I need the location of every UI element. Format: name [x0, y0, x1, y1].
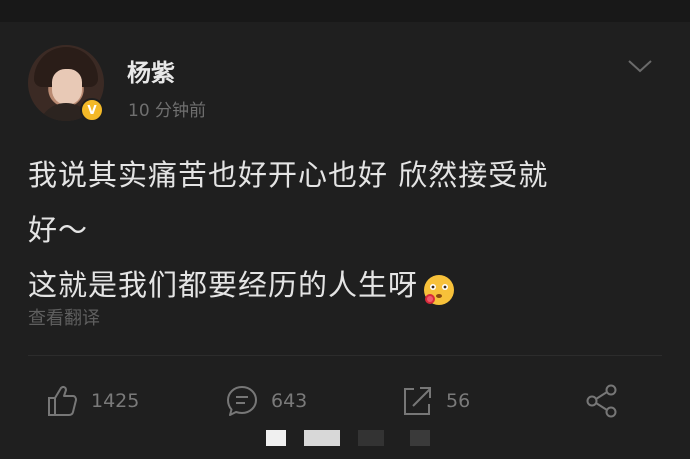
like-button[interactable]: 1425	[45, 380, 139, 422]
content-line-2: 好～	[28, 213, 89, 247]
content-line-3-wrap: 这就是我们都要经历的人生呀	[28, 258, 658, 313]
translate-link[interactable]: 查看翻译	[28, 304, 100, 330]
post-time: 10 分钟前	[128, 101, 207, 121]
top-bar	[0, 0, 690, 22]
thumbs-up-icon	[45, 384, 79, 418]
author-name[interactable]: 杨紫	[127, 53, 175, 88]
repost-icon	[400, 384, 434, 418]
post-content: 我说其实痛苦也好开心也好 欣然接受就 好～ 这就是我们都要经历的人生呀	[28, 148, 658, 313]
repost-button[interactable]: 56	[400, 380, 470, 422]
blushing-face-icon	[422, 270, 456, 305]
comment-icon	[225, 384, 259, 418]
weibo-post-screen: V 杨紫 10 分钟前 我说其实痛苦也好开心也好 欣然接受就 好～ 这就是我们都…	[0, 0, 690, 459]
comment-button[interactable]: 643	[225, 380, 307, 422]
share-button[interactable]	[584, 380, 620, 422]
like-count: 1425	[91, 390, 140, 412]
repost-count: 56	[446, 390, 471, 412]
chevron-down-icon[interactable]	[626, 56, 654, 76]
content-line-3: 这就是我们都要经历的人生呀	[28, 268, 419, 302]
content-line-1: 我说其实痛苦也好开心也好 欣然接受就	[28, 158, 549, 192]
avatar-face	[52, 69, 82, 105]
comment-count: 643	[271, 390, 308, 412]
share-icon	[584, 383, 620, 419]
divider	[28, 355, 662, 356]
page-indicator	[266, 428, 436, 448]
verified-badge-icon: V	[80, 98, 104, 122]
